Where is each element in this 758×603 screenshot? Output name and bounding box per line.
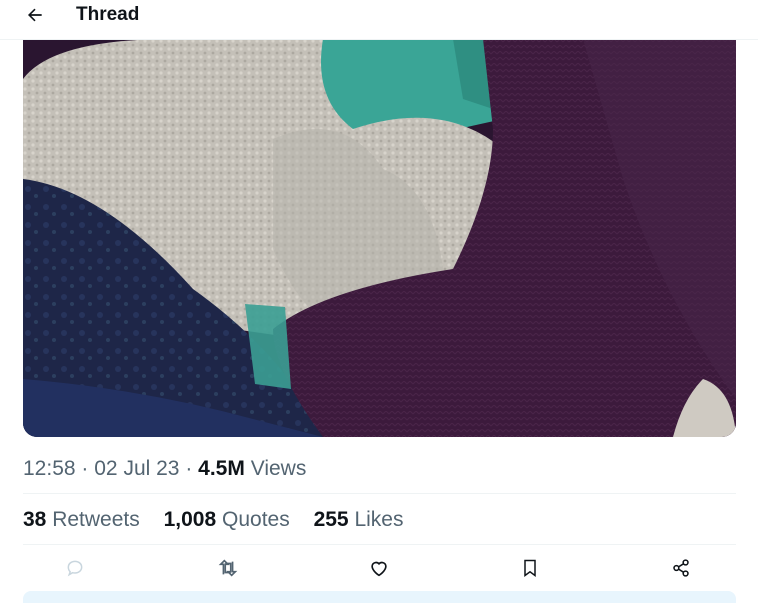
retweets-label: Retweets xyxy=(52,508,140,531)
engagement-stats: 38 Retweets 1,008 Quotes 255 Likes xyxy=(23,506,421,534)
tweet-meta: 12:58 · 02 Jul 23 · 4.5M Views xyxy=(23,455,306,483)
action-bar xyxy=(23,553,736,583)
reply-button[interactable] xyxy=(62,555,88,581)
retweet-icon xyxy=(218,559,238,577)
retweets-count: 38 xyxy=(23,508,47,531)
top-bar: Thread xyxy=(0,0,758,40)
arrow-left-icon xyxy=(28,8,42,22)
tweet-photo[interactable] xyxy=(23,39,736,437)
divider xyxy=(23,493,736,494)
photo-illustration xyxy=(23,39,736,437)
retweet-button[interactable] xyxy=(215,555,241,581)
quotes-stat[interactable]: 1,008 Quotes xyxy=(164,506,290,534)
likes-count: 255 xyxy=(313,508,349,531)
meta-separator: · xyxy=(185,457,193,480)
tweet-time: 12:58 xyxy=(23,457,76,480)
heart-icon xyxy=(371,561,387,577)
likes-label: Likes xyxy=(354,508,404,531)
likes-stat[interactable]: 255 Likes xyxy=(314,506,404,534)
reply-composer-edge[interactable] xyxy=(23,591,736,603)
meta-separator: · xyxy=(81,457,89,480)
quotes-label: Quotes xyxy=(222,508,290,531)
retweets-stat[interactable]: 38 Retweets xyxy=(23,506,140,534)
views-label: Views xyxy=(250,457,307,480)
back-button[interactable] xyxy=(22,2,48,28)
views-count: 4.5M xyxy=(198,457,245,480)
share-icon xyxy=(673,559,689,577)
divider xyxy=(23,544,736,545)
tweet-date: 02 Jul 23 xyxy=(94,457,180,480)
bookmark-icon xyxy=(524,559,536,577)
reply-icon xyxy=(67,560,83,577)
share-button[interactable] xyxy=(668,555,694,581)
bookmark-button[interactable] xyxy=(517,555,543,581)
page-title: Thread xyxy=(76,4,140,25)
like-button[interactable] xyxy=(366,555,392,581)
quotes-count: 1,008 xyxy=(163,508,217,531)
